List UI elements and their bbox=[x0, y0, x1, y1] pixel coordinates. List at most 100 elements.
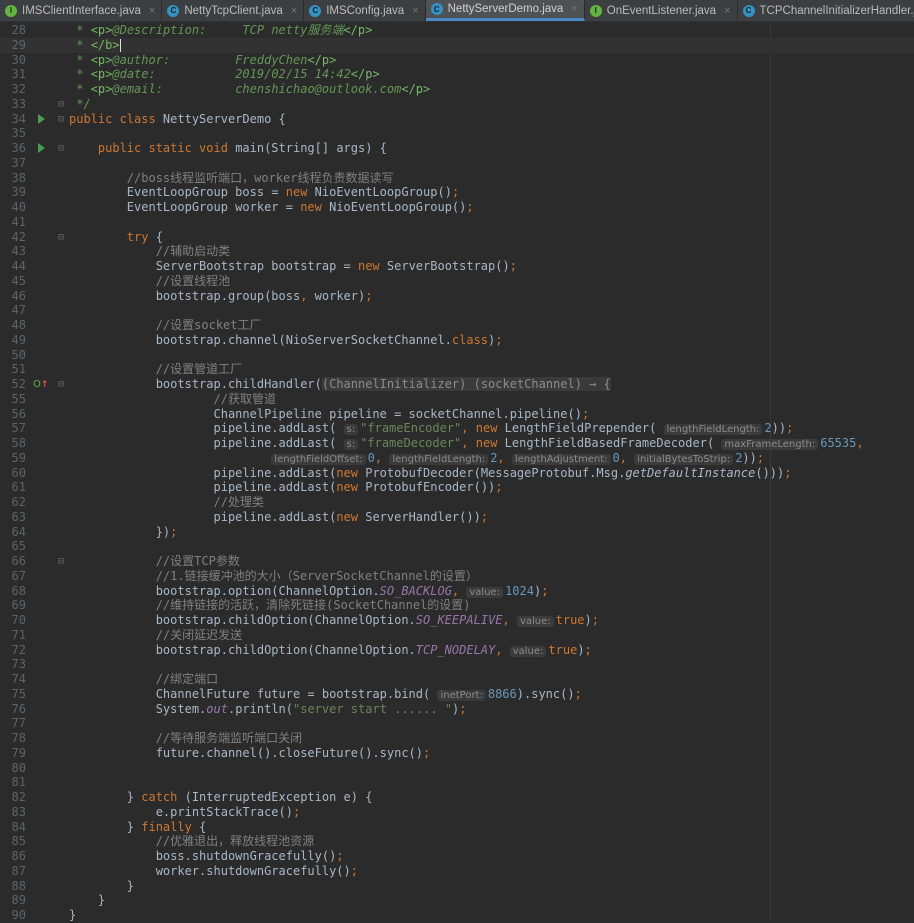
line-number: 29 bbox=[0, 38, 26, 53]
fold-marker-icon[interactable]: ⊟ bbox=[58, 112, 64, 127]
code-line[interactable]: 66⊟ //设置TCP参数 bbox=[0, 554, 914, 569]
code-line[interactable]: 30 * <p>@author: FreddyChen</p> bbox=[0, 53, 914, 68]
parameter-hint: s: bbox=[344, 439, 359, 450]
keyword: ; bbox=[786, 421, 793, 435]
editor-tab[interactable]: IOnEventListener.java× bbox=[585, 0, 738, 21]
code-line[interactable]: 85 //优雅退出，释放线程池资源 bbox=[0, 834, 914, 849]
code-line[interactable]: 79 future.channel().closeFuture().sync()… bbox=[0, 746, 914, 761]
code-text: bootstrap.childOption(ChannelOption.TCP_… bbox=[69, 643, 592, 659]
code-line[interactable]: 88 } bbox=[0, 879, 914, 894]
code-line[interactable]: 45 //设置线程池 bbox=[0, 274, 914, 289]
code-line[interactable]: 41 bbox=[0, 215, 914, 230]
code-line[interactable]: 43 //辅助启动类 bbox=[0, 244, 914, 259]
code-line[interactable]: 86 boss.shutdownGracefully(); bbox=[0, 849, 914, 864]
close-tab-icon[interactable]: × bbox=[291, 5, 297, 17]
code-line[interactable]: 77 bbox=[0, 716, 914, 731]
code-line[interactable]: 44 ServerBootstrap bootstrap = new Serve… bbox=[0, 259, 914, 274]
code-line[interactable]: 89 } bbox=[0, 893, 914, 908]
code-line[interactable]: 55 //获取管道 bbox=[0, 392, 914, 407]
code-line[interactable]: 67 //1.链接缓冲池的大小（ServerSocketChannel的设置） bbox=[0, 569, 914, 584]
code-line[interactable]: 37 bbox=[0, 156, 914, 171]
code-line[interactable]: 35 bbox=[0, 126, 914, 141]
code-line[interactable]: 38 //boss线程监听端口，worker线程负责数据读写 bbox=[0, 171, 914, 186]
code-line[interactable]: 58 pipeline.addLast( s:"frameDecoder", n… bbox=[0, 436, 914, 451]
editor-tab[interactable]: IIMSClientInterface.java× bbox=[0, 0, 162, 21]
fold-marker-icon[interactable]: ⊟ bbox=[58, 141, 64, 156]
close-tab-icon[interactable]: × bbox=[149, 5, 155, 17]
code-line[interactable]: 65 bbox=[0, 539, 914, 554]
editor-tab[interactable]: CIMSConfig.java× bbox=[304, 0, 425, 21]
code-line[interactable]: 63 pipeline.addLast(new ServerHandler())… bbox=[0, 510, 914, 525]
code-line[interactable]: 47 bbox=[0, 303, 914, 318]
code-line[interactable]: 29 * </b> bbox=[0, 38, 914, 53]
code-line[interactable]: 36⊟ public static void main(String[] arg… bbox=[0, 141, 914, 156]
code-editor[interactable]: 28 * <p>@Description: TCP netty服务端</p>29… bbox=[0, 22, 914, 921]
code-line[interactable]: 52O↑⊟ bootstrap.childHandler((ChannelIni… bbox=[0, 377, 914, 392]
code-line[interactable]: 59 lengthFieldOffset:0, lengthFieldLengt… bbox=[0, 451, 914, 466]
code-line[interactable]: 70 bootstrap.childOption(ChannelOption.S… bbox=[0, 613, 914, 628]
close-tab-icon[interactable]: × bbox=[724, 5, 730, 17]
close-tab-icon[interactable]: × bbox=[412, 5, 418, 17]
code-line[interactable]: 42⊟ try { bbox=[0, 230, 914, 245]
parameter-hint: s: bbox=[344, 424, 359, 435]
line-number: 46 bbox=[0, 289, 26, 304]
code-line[interactable]: 76 System.out.println("server start ....… bbox=[0, 702, 914, 717]
code-line[interactable]: 32 * <p>@email: chenshichao@outlook.com<… bbox=[0, 82, 914, 97]
code-line[interactable]: 46 bootstrap.group(boss, worker); bbox=[0, 289, 914, 304]
code-line[interactable]: 74 //绑定端口 bbox=[0, 672, 914, 687]
code-line[interactable]: 69 //维持链接的活跃，清除死链接(SocketChannel的设置) bbox=[0, 598, 914, 613]
code-line[interactable]: 81 bbox=[0, 775, 914, 790]
code-line[interactable]: 82 } catch (InterruptedException e) { bbox=[0, 790, 914, 805]
code-line[interactable]: 78 //等待服务端监听端口关闭 bbox=[0, 731, 914, 746]
code-line[interactable]: 60 pipeline.addLast(new ProtobufDecoder(… bbox=[0, 466, 914, 481]
code-line[interactable]: 49 bootstrap.channel(NioServerSocketChan… bbox=[0, 333, 914, 348]
close-tab-icon[interactable]: × bbox=[571, 3, 577, 15]
code-line[interactable]: 50 bbox=[0, 348, 914, 363]
keyword: , bbox=[502, 613, 516, 627]
class-file-icon: C bbox=[431, 3, 443, 15]
comment: //维持链接的活跃，清除死链接(SocketChannel的设置) bbox=[156, 598, 471, 612]
code-line[interactable]: 72 bootstrap.childOption(ChannelOption.T… bbox=[0, 643, 914, 658]
fold-marker-icon[interactable]: ⊟ bbox=[58, 97, 64, 112]
code-token: * bbox=[69, 53, 91, 67]
code-line[interactable]: 62 //处理类 bbox=[0, 495, 914, 510]
code-line[interactable]: 68 bootstrap.option(ChannelOption.SO_BAC… bbox=[0, 584, 914, 599]
code-line[interactable]: 40 EventLoopGroup worker = new NioEventL… bbox=[0, 200, 914, 215]
code-line[interactable]: 64 }); bbox=[0, 525, 914, 540]
code-token: EventLoopGroup boss = bbox=[69, 185, 286, 199]
code-line[interactable]: 28 * <p>@Description: TCP netty服务端</p> bbox=[0, 23, 914, 38]
run-gutter-icon[interactable] bbox=[38, 143, 45, 153]
code-line[interactable]: 80 bbox=[0, 761, 914, 776]
code-text: //获取管道 bbox=[69, 392, 276, 407]
code-line[interactable]: 48 //设置socket工厂 bbox=[0, 318, 914, 333]
editor-tab[interactable]: CNettyServerDemo.java× bbox=[426, 0, 585, 21]
keyword: , new bbox=[461, 421, 504, 435]
code-line[interactable]: 71 //关闭延迟发送 bbox=[0, 628, 914, 643]
code-line[interactable]: 84 } finally { bbox=[0, 820, 914, 835]
code-line[interactable]: 39 EventLoopGroup boss = new NioEventLoo… bbox=[0, 185, 914, 200]
code-line[interactable]: 34⊟public class NettyServerDemo { bbox=[0, 112, 914, 127]
fold-marker-icon[interactable]: ⊟ bbox=[58, 554, 64, 569]
fold-marker-icon[interactable]: ⊟ bbox=[58, 230, 64, 245]
code-line[interactable]: 56 ChannelPipeline pipeline = socketChan… bbox=[0, 407, 914, 422]
editor-tab[interactable]: CTCPChannelInitializerHandler.java bbox=[738, 0, 914, 21]
code-line[interactable]: 83 e.printStackTrace(); bbox=[0, 805, 914, 820]
override-gutter-icon[interactable]: O↑ bbox=[33, 377, 48, 393]
run-gutter-icon[interactable] bbox=[38, 114, 45, 124]
code-line[interactable]: 31 * <p>@date: 2019/02/15 14:42</p> bbox=[0, 67, 914, 82]
code-line[interactable]: 61 pipeline.addLast(new ProtobufEncoder(… bbox=[0, 480, 914, 495]
code-text: */ bbox=[69, 97, 91, 112]
code-line[interactable]: 51 //设置管道工厂 bbox=[0, 362, 914, 377]
code-line[interactable]: 33⊟ */ bbox=[0, 97, 914, 112]
code-line[interactable]: 57 pipeline.addLast( s:"frameEncoder", n… bbox=[0, 421, 914, 436]
code-line[interactable]: 87 worker.shutdownGracefully(); bbox=[0, 864, 914, 879]
code-line[interactable]: 75 ChannelFuture future = bootstrap.bind… bbox=[0, 687, 914, 702]
editor-tab[interactable]: CNettyTcpClient.java× bbox=[162, 0, 304, 21]
editor-tab-bar: IIMSClientInterface.java×CNettyTcpClient… bbox=[0, 0, 914, 22]
line-number: 48 bbox=[0, 318, 26, 333]
line-number: 44 bbox=[0, 259, 26, 274]
keyword: ; bbox=[170, 525, 177, 539]
fold-marker-icon[interactable]: ⊟ bbox=[58, 377, 64, 392]
keyword: finally bbox=[141, 820, 199, 834]
code-line[interactable]: 73 bbox=[0, 657, 914, 672]
